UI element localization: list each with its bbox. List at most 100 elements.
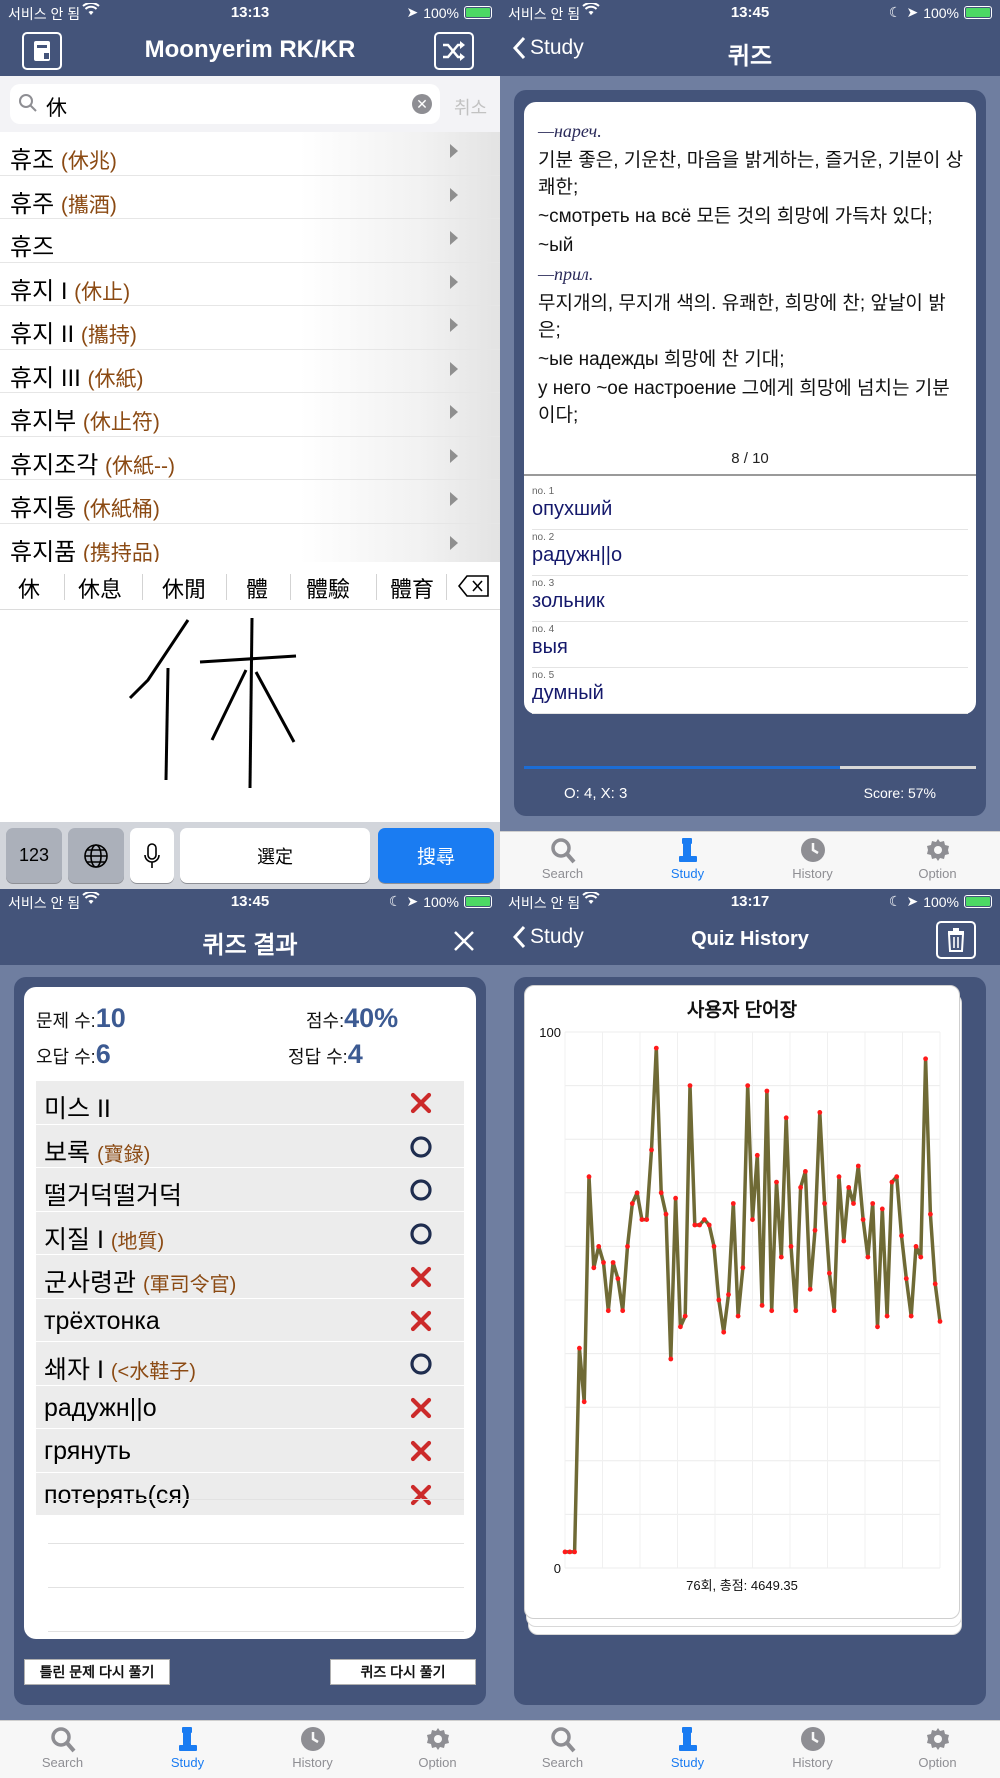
- history-icon: [750, 836, 875, 864]
- chevron-right-icon: [450, 448, 458, 463]
- result-row[interactable]: 휴지품 (携持品): [0, 524, 500, 567]
- candidate-item[interactable]: 休閒: [162, 572, 206, 604]
- option-text: выя: [532, 636, 568, 658]
- tab-label: History: [292, 1755, 333, 1770]
- result-row[interactable]: 휴지부 (休止符): [0, 393, 500, 437]
- tab-study[interactable]: Study: [125, 1725, 250, 1770]
- data-point: [649, 1147, 654, 1153]
- microphone-key[interactable]: [130, 828, 174, 883]
- candidate-item[interactable]: 體驗: [306, 572, 350, 604]
- result-row[interactable]: 휴조 (休兆): [0, 132, 500, 176]
- numbers-key[interactable]: 123: [6, 828, 62, 883]
- data-point: [923, 1056, 928, 1062]
- clear-icon[interactable]: ✕: [412, 94, 432, 114]
- tab-label: Option: [918, 1755, 957, 1770]
- tab-study[interactable]: Study: [625, 1725, 750, 1770]
- data-point: [793, 1308, 799, 1314]
- data-point: [908, 1313, 914, 1319]
- chevron-right-icon: [450, 535, 458, 550]
- result-row[interactable]: 쇄자 I (<水鞋子): [36, 1342, 464, 1386]
- result-row[interactable]: 지질 I (地質): [36, 1211, 464, 1255]
- quiz-card: —нареч. 기분 좋은, 기운찬, 마음을 밝게하는, 즐거운, 기분이 상쾌…: [514, 90, 986, 816]
- wrong-x-icon: [410, 1266, 432, 1288]
- search-input[interactable]: 休 ✕: [10, 84, 440, 124]
- result-row[interactable]: радужн||o: [36, 1385, 464, 1429]
- wrong-x-icon: [410, 1484, 432, 1505]
- status-bar: 서비스 안 됨 13:13 ➤ 100%: [0, 0, 500, 26]
- globe-key[interactable]: [68, 828, 124, 883]
- result-row[interactable]: 휴지조각 (休紙--): [0, 437, 500, 480]
- search-icon: [500, 836, 625, 864]
- data-point: [836, 1174, 842, 1180]
- result-row[interactable]: 휴지 I (休止): [0, 263, 500, 306]
- backspace-icon[interactable]: [458, 575, 490, 597]
- result-row[interactable]: 미스 II: [36, 1081, 464, 1125]
- candidate-item[interactable]: 休: [18, 572, 40, 604]
- tab-study[interactable]: Study: [625, 836, 750, 881]
- delete-history-button[interactable]: [936, 921, 976, 959]
- y-tick-label: 100: [539, 1025, 561, 1040]
- tab-label: Search: [541, 866, 584, 881]
- tab-label: Option: [418, 1755, 457, 1770]
- result-hanja: (寶錄): [96, 1143, 151, 1166]
- tab-history[interactable]: History: [750, 1725, 875, 1770]
- result-hanja: (休紙--): [105, 454, 175, 478]
- tab-search[interactable]: Search: [500, 1725, 625, 1770]
- result-row[interactable]: потерять(ся): [36, 1472, 464, 1516]
- chevron-right-icon: [450, 187, 458, 202]
- answer-option[interactable]: no. 4 выя: [532, 618, 968, 668]
- handwriting-area[interactable]: [0, 610, 500, 822]
- data-point: [702, 1217, 707, 1222]
- result-row[interactable]: 휴지 II (攜持): [0, 306, 500, 350]
- answer-options: no. 1 опухший no. 2 радужн||o no. 3 зольник no…: [524, 476, 976, 714]
- data-point: [605, 1308, 611, 1314]
- result-row[interactable]: 군사령관 (軍司令官): [36, 1255, 464, 1299]
- result-row[interactable]: 떨거덕떨거덕: [36, 1168, 464, 1212]
- data-point: [879, 1206, 885, 1212]
- answer-option[interactable]: no. 3 зольник: [532, 572, 968, 622]
- tab-search[interactable]: Search: [0, 1725, 125, 1770]
- result-row[interactable]: грянуть: [36, 1429, 464, 1473]
- answer-option[interactable]: no. 2 радужн||o: [532, 526, 968, 576]
- tab-search[interactable]: Search: [500, 836, 625, 881]
- tab-option[interactable]: Option: [875, 1725, 1000, 1770]
- globe-icon: [84, 843, 108, 868]
- data-point: [577, 1345, 582, 1351]
- tab-option[interactable]: Option: [375, 1725, 500, 1770]
- retry-wrong-button[interactable]: 틀린 문제 다시 풀기: [24, 1659, 170, 1685]
- shuffle-button[interactable]: [434, 32, 474, 70]
- result-word: 휴지 III: [10, 364, 81, 392]
- data-point: [639, 1217, 645, 1222]
- tally-label: O: 4, X: 3: [564, 785, 628, 802]
- search-key[interactable]: 搜尋: [378, 828, 494, 883]
- answer-option[interactable]: no. 5 думный: [532, 664, 968, 714]
- tab-option[interactable]: Option: [875, 836, 1000, 881]
- data-point: [620, 1308, 626, 1314]
- data-point: [822, 1201, 827, 1206]
- result-row[interactable]: 휴지통 (休紙桶): [0, 480, 500, 524]
- result-row[interactable]: 휴즈: [0, 219, 500, 263]
- history-icon: [750, 1725, 875, 1753]
- data-point: [682, 1313, 688, 1319]
- tab-history[interactable]: History: [250, 1725, 375, 1770]
- candidate-item[interactable]: 體育: [390, 572, 434, 604]
- result-row[interactable]: 휴주 (攜酒): [0, 176, 500, 219]
- close-icon[interactable]: [452, 929, 476, 953]
- definition-line: у него ~ое настроение 그에게 희망에 넘치는 기분이다;: [538, 378, 950, 426]
- result-hanja: (地質): [110, 1230, 165, 1253]
- cancel-button[interactable]: 취소: [454, 94, 487, 120]
- space-key[interactable]: 選定: [180, 828, 370, 883]
- result-row[interactable]: 보록 (寶錄): [36, 1124, 464, 1168]
- result-row[interactable]: трёхтонка: [36, 1298, 464, 1342]
- candidate-item[interactable]: 休息: [78, 572, 122, 604]
- correct-circle-icon: [410, 1135, 432, 1158]
- result-row[interactable]: 휴지 III (休紙): [0, 350, 500, 393]
- tab-history[interactable]: History: [750, 836, 875, 881]
- retry-quiz-button[interactable]: 퀴즈 다시 풀기: [330, 1659, 476, 1685]
- data-point: [788, 1244, 794, 1249]
- data-point: [591, 1265, 597, 1271]
- option-number: no. 1: [532, 486, 555, 497]
- answer-option[interactable]: no. 1 опухший: [532, 480, 968, 530]
- search-icon: [19, 94, 37, 112]
- candidate-item[interactable]: 體: [246, 572, 268, 604]
